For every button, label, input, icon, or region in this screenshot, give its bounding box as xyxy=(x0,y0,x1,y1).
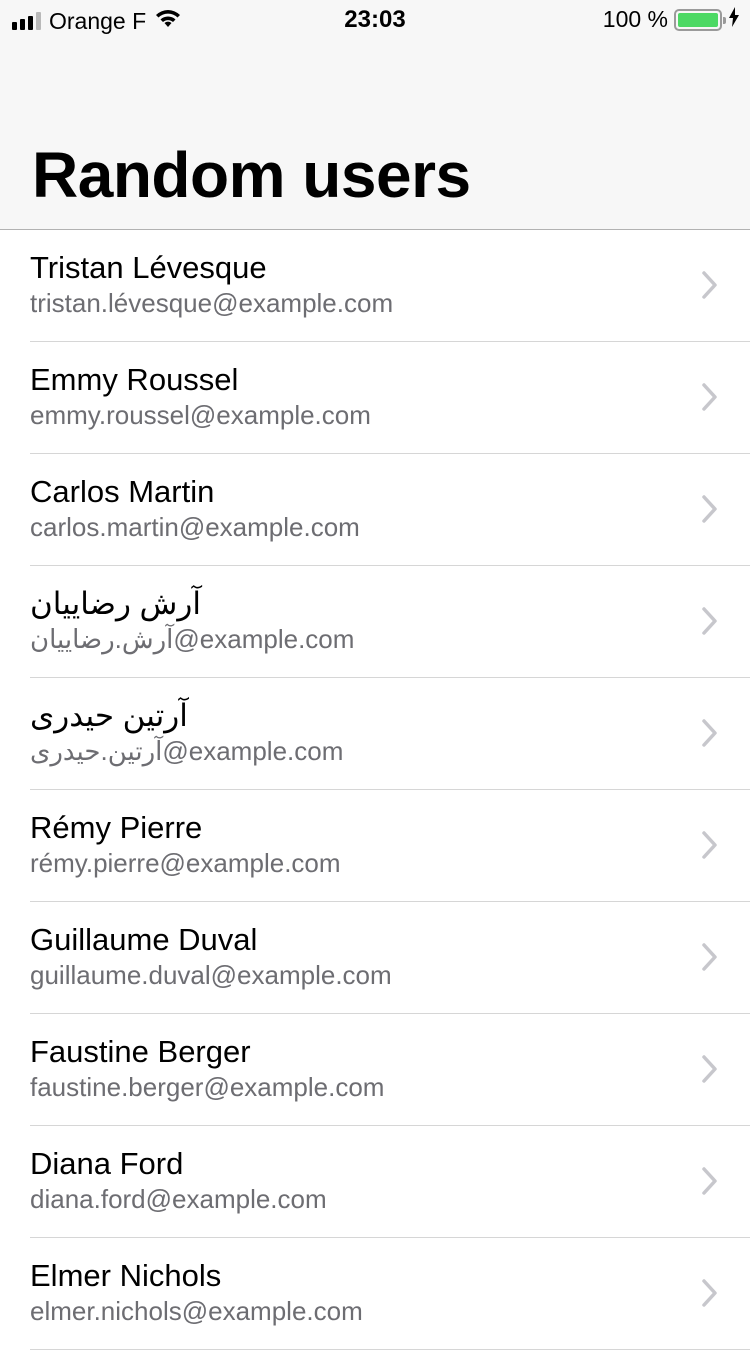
user-row[interactable]: Elmer Nichols elmer.nichols@example.com xyxy=(0,1238,750,1350)
user-name: آرتین حیدری xyxy=(30,698,188,733)
user-row[interactable]: Emmy Roussel emmy.roussel@example.com xyxy=(0,342,750,454)
user-row[interactable]: Rémy Pierre rémy.pierre@example.com xyxy=(0,790,750,902)
battery-icon xyxy=(674,8,726,31)
user-email: emmy.roussel@example.com xyxy=(30,400,371,430)
user-row[interactable]: Tristan Lévesque tristan.lévesque@exampl… xyxy=(0,230,750,342)
chevron-right-icon xyxy=(702,1167,717,1195)
user-name: Guillaume Duval xyxy=(30,922,258,957)
chevron-right-icon xyxy=(702,831,717,859)
user-email: guillaume.duval@example.com xyxy=(30,960,392,990)
user-name: Diana Ford xyxy=(30,1146,184,1181)
user-row[interactable]: آرش رضاییان آرش.رضاییان@example.com xyxy=(0,566,750,678)
user-email: carlos.martin@example.com xyxy=(30,512,360,542)
user-row[interactable]: Guillaume Duval guillaume.duval@example.… xyxy=(0,902,750,1014)
chevron-right-icon xyxy=(702,495,717,523)
chevron-right-icon xyxy=(702,1279,717,1307)
status-bar-right: 100 % xyxy=(603,6,740,33)
user-name: Emmy Roussel xyxy=(30,362,239,397)
chevron-right-icon xyxy=(702,719,717,747)
user-email: آرش.رضاییان@example.com xyxy=(30,624,355,654)
user-email: rémy.pierre@example.com xyxy=(30,848,341,878)
chevron-right-icon xyxy=(702,607,717,635)
user-email: elmer.nichols@example.com xyxy=(30,1296,363,1326)
battery-percentage: 100 % xyxy=(602,6,668,32)
user-row[interactable]: آرتین حیدری آرتین.حیدری@example.com xyxy=(0,678,750,790)
user-email: آرتین.حیدری@example.com xyxy=(30,736,344,766)
status-bar: Orange F 23:03 100 % xyxy=(0,0,750,40)
user-row[interactable]: Diana Ford diana.ford@example.com xyxy=(0,1126,750,1238)
user-name: Tristan Lévesque xyxy=(30,250,267,285)
chevron-right-icon xyxy=(702,271,717,299)
chevron-right-icon xyxy=(702,383,717,411)
user-list[interactable]: Tristan Lévesque tristan.lévesque@exampl… xyxy=(0,230,750,1350)
user-email: tristan.lévesque@example.com xyxy=(30,288,394,318)
user-name: Elmer Nichols xyxy=(30,1258,222,1293)
user-name: آرش رضاییان xyxy=(30,586,201,621)
user-name: Faustine Berger xyxy=(30,1034,251,1069)
user-row[interactable]: Faustine Berger faustine.berger@example.… xyxy=(0,1014,750,1126)
user-name: Rémy Pierre xyxy=(30,810,203,845)
navigation-bar: Random users xyxy=(0,40,750,230)
chevron-right-icon xyxy=(702,943,717,971)
page-title: Random users xyxy=(32,139,471,211)
user-row[interactable]: Carlos Martin carlos.martin@example.com xyxy=(0,454,750,566)
chevron-right-icon xyxy=(702,1055,717,1083)
charging-icon xyxy=(728,7,740,32)
user-email: faustine.berger@example.com xyxy=(30,1072,385,1102)
user-email: diana.ford@example.com xyxy=(30,1184,327,1214)
user-name: Carlos Martin xyxy=(30,474,215,509)
